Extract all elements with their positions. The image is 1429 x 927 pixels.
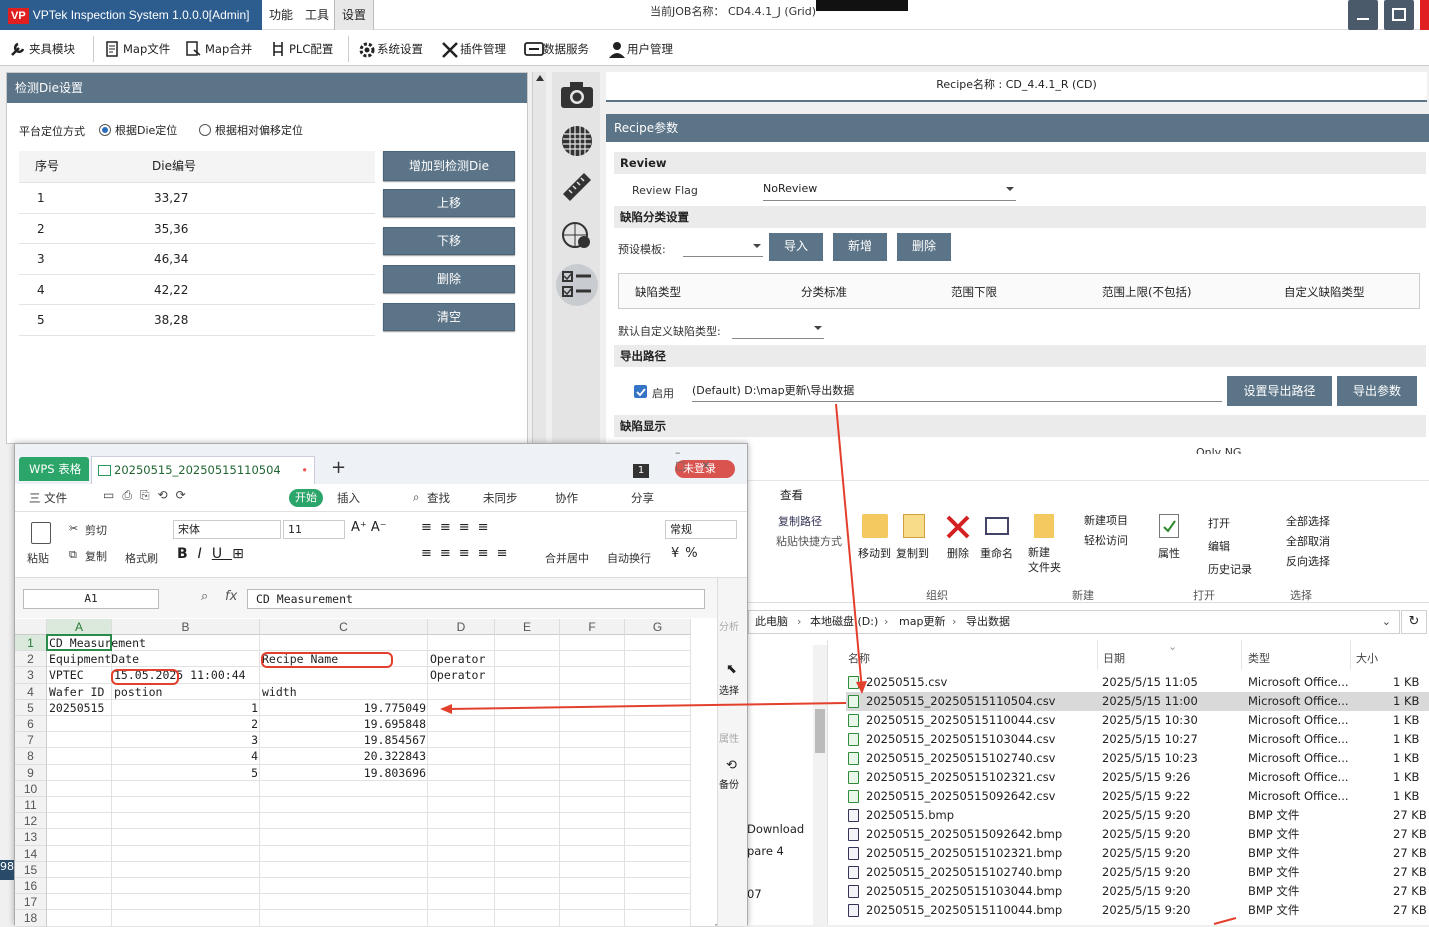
cell-b5[interactable]: 1	[114, 700, 258, 716]
grid-line	[47, 925, 691, 927]
cell-b7[interactable]: 3	[114, 732, 258, 748]
cell-d2[interactable]: Operator	[430, 651, 730, 667]
annotation-overlay	[440, 403, 1237, 925]
annotation-circle	[261, 652, 393, 668]
cell-b6[interactable]: 2	[114, 716, 258, 732]
cell-b9[interactable]: 5	[114, 765, 258, 781]
cell-c9[interactable]: 19.803696	[262, 765, 426, 781]
cell-b8[interactable]: 4	[114, 748, 258, 764]
annotation-circle	[111, 669, 179, 685]
cell-c8[interactable]: 20.322843	[262, 748, 426, 764]
cell-c6[interactable]: 19.695848	[262, 716, 426, 732]
annotation-arrowhead	[856, 681, 867, 694]
annotation-arrow-corner	[1213, 917, 1237, 925]
cell-c5[interactable]: 19.775049	[262, 700, 426, 716]
cell-c7[interactable]: 19.854567	[262, 732, 426, 748]
cell-selection	[46, 634, 112, 651]
annotation-arrow-path	[835, 403, 863, 691]
annotation-arrow-data	[447, 702, 847, 710]
cell-a5[interactable]: 20250515	[49, 700, 111, 716]
cell-c4[interactable]: width	[262, 684, 562, 700]
annotation-arrowhead	[440, 704, 452, 714]
cell-d3[interactable]: Operator	[430, 667, 730, 683]
